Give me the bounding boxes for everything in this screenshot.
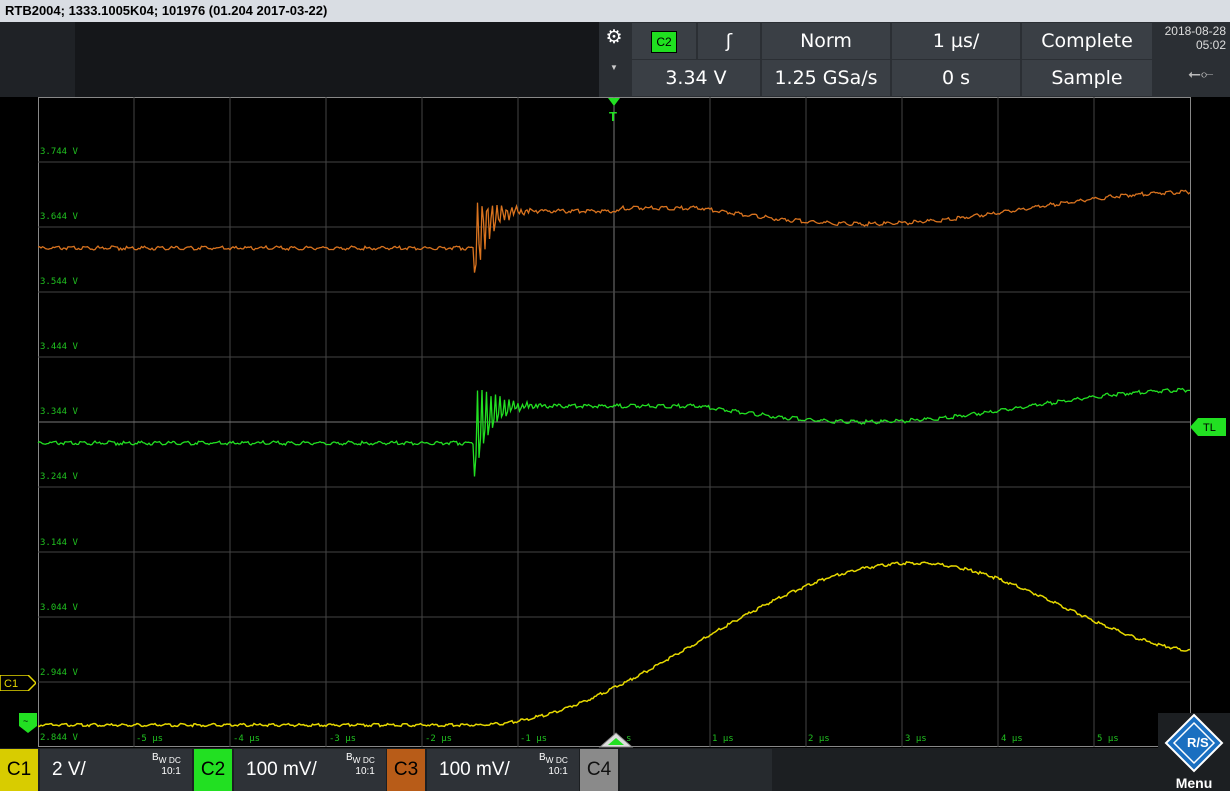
trigger-level-button[interactable]: 3.34 V xyxy=(632,60,760,96)
trigger-slope-button[interactable]: ʃ xyxy=(698,23,760,59)
channel-2-control[interactable]: C2 100 mV/ BW DC 10:1 xyxy=(194,749,386,791)
date-time: 2018-08-28 05:02 xyxy=(1152,24,1226,52)
header-empty-panel xyxy=(75,22,599,97)
svg-text:R/S: R/S xyxy=(1187,735,1209,750)
gear-icon[interactable]: ⚙ xyxy=(604,28,624,48)
y-label: 3.344 V xyxy=(40,407,78,417)
y-label: 2.944 V xyxy=(40,668,78,678)
channel-3-control[interactable]: C3 100 mV/ BW DC 10:1 xyxy=(387,749,579,791)
channel-1-offset-marker[interactable]: C1 xyxy=(0,675,36,691)
channel-2-ground-marker[interactable]: ~ xyxy=(18,712,38,734)
trigger-position-marker-label: T xyxy=(609,109,617,123)
x-label: 3 µs xyxy=(905,734,927,744)
channel-1-coupling: BW DC 10:1 xyxy=(152,752,181,777)
trigger-mode-button[interactable]: Norm xyxy=(762,23,890,59)
x-label: -4 µs xyxy=(233,734,261,744)
y-label: 3.044 V xyxy=(40,603,78,613)
waveform-canvas xyxy=(37,97,1191,747)
trigger-level-marker[interactable]: TL xyxy=(1190,418,1226,436)
y-label: 3.244 V xyxy=(40,472,78,482)
channel-2-label: C2 xyxy=(194,749,232,791)
channel-3-coupling: BW DC 10:1 xyxy=(539,752,568,777)
timebase-button[interactable]: 1 µs/ xyxy=(892,23,1020,59)
sample-rate-button[interactable]: 1.25 GSa/s xyxy=(762,60,890,96)
y-label: 2.844 V xyxy=(40,733,78,743)
x-label: 1 µs xyxy=(712,734,734,744)
time-text: 05:02 xyxy=(1195,38,1226,52)
acquisition-mode-button[interactable]: Sample xyxy=(1022,60,1152,96)
y-label: 3.644 V xyxy=(40,212,78,222)
channel-1-control[interactable]: C1 2 V/ BW DC 10:1 xyxy=(0,749,193,791)
date-text: 2018-08-28 xyxy=(1164,24,1226,38)
channel-4-scale xyxy=(620,749,772,791)
y-label: 3.744 V xyxy=(40,147,78,157)
trigger-level-marker-label: TL xyxy=(1203,422,1216,434)
time-offset-button[interactable]: 0 s xyxy=(892,60,1020,96)
acquisition-state-button[interactable]: Complete xyxy=(1022,23,1152,59)
header-left-panel xyxy=(0,22,75,97)
x-label: -1 µs xyxy=(520,734,548,744)
y-label: 3.144 V xyxy=(40,538,78,548)
trigger-position-marker[interactable]: T xyxy=(605,97,623,123)
channel-1-marker-label: C1 xyxy=(4,678,18,690)
chevron-down-icon[interactable]: ▼ xyxy=(609,63,619,73)
x-label: -5 µs xyxy=(136,734,164,744)
x-label: -3 µs xyxy=(329,734,357,744)
trigger-source-badge: C2 xyxy=(651,31,677,53)
instrument-info: RTB2004; 1333.1005K04; 101976 (01.204 20… xyxy=(5,3,328,18)
usb-icon: ⭠⟜ xyxy=(1188,66,1214,83)
channel-1-label: C1 xyxy=(0,749,38,791)
menu-label[interactable]: Menu xyxy=(1158,775,1230,791)
y-label: 3.544 V xyxy=(40,277,78,287)
x-label: 2 µs xyxy=(808,734,830,744)
y-label: 3.444 V xyxy=(40,342,78,352)
grid xyxy=(38,97,1190,747)
svg-text:~: ~ xyxy=(23,716,28,726)
title-bar: RTB2004; 1333.1005K04; 101976 (01.204 20… xyxy=(0,0,1230,22)
channel-3-label: C3 xyxy=(387,749,425,791)
horizontal-position-marker[interactable] xyxy=(598,731,634,749)
channel-2-coupling: BW DC 10:1 xyxy=(346,752,375,777)
x-label: -2 µs xyxy=(425,734,453,744)
x-label: 4 µs xyxy=(1001,734,1023,744)
x-label: 5 µs xyxy=(1097,734,1119,744)
channel-4-label: C4 xyxy=(580,749,618,791)
channel-4-control[interactable]: C4 xyxy=(580,749,772,791)
